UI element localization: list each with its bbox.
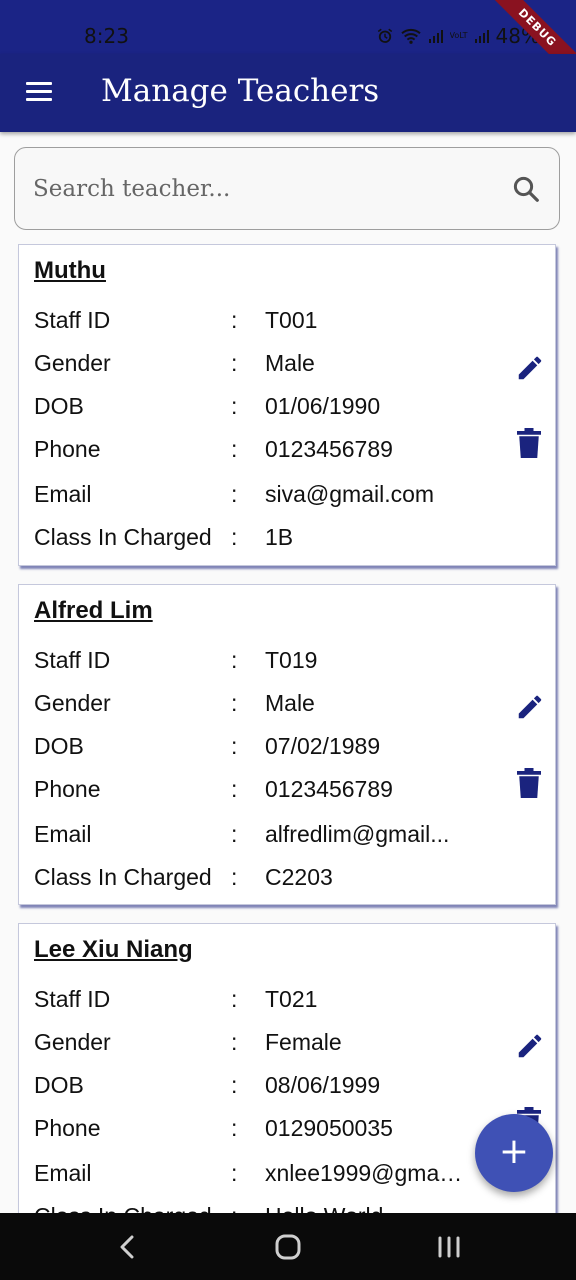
teacher-card: Alfred Lim Staff ID: T019 Gender: Male DOB… [18, 584, 556, 905]
field-label: Staff ID [34, 986, 111, 1012]
gender-value: Male [265, 350, 315, 376]
staff-id-value: T001 [265, 307, 318, 333]
phone-value: 0123456789 [265, 436, 393, 462]
field-separator: : [231, 821, 238, 847]
field-separator: : [231, 436, 238, 462]
dob-row: DOB: 07/02/1989 [34, 733, 474, 763]
field-separator: : [231, 481, 238, 507]
page-title: Manage Teachers [101, 73, 380, 109]
add-teacher-button[interactable]: + [475, 1114, 553, 1192]
field-label: Staff ID [34, 307, 111, 333]
staff-id-value: T021 [265, 986, 318, 1012]
delete-icon[interactable] [517, 428, 541, 458]
field-separator: : [231, 1160, 238, 1186]
email-value: xnlee1999@gmail... [265, 1160, 465, 1186]
field-separator: : [231, 776, 238, 802]
home-icon[interactable] [270, 1229, 306, 1265]
field-label: Phone [34, 776, 101, 802]
field-label: Gender [34, 350, 111, 376]
dob-row: DOB: 08/06/1999 [34, 1072, 474, 1102]
field-label: Class In Charged [34, 864, 212, 890]
teacher-name: Alfred Lim [34, 597, 153, 624]
field-label: Phone [34, 436, 101, 462]
field-separator: : [231, 864, 238, 890]
teacher-name: Lee Xiu Niang [34, 936, 193, 963]
field-separator: : [231, 647, 238, 673]
staff-id-row: Staff ID: T021 [34, 986, 474, 1016]
signal-icon [428, 30, 443, 43]
back-icon[interactable] [110, 1229, 146, 1265]
gender-row: Gender: Female [34, 1029, 474, 1059]
gender-row: Gender: Male [34, 350, 474, 380]
field-separator: : [231, 986, 238, 1012]
edit-icon[interactable] [515, 1031, 545, 1061]
gender-value: Male [265, 690, 315, 716]
staff-id-row: Staff ID: T019 [34, 647, 474, 677]
field-label: DOB [34, 1072, 84, 1098]
phone-row: Phone: 0129050035 [34, 1115, 474, 1145]
field-separator: : [231, 690, 238, 716]
field-label: DOB [34, 733, 84, 759]
field-separator: : [231, 733, 238, 759]
phone-value: 0129050035 [265, 1115, 393, 1141]
field-label: Email [34, 481, 92, 507]
teacher-card: Lee Xiu Niang Staff ID: T021 Gender: Femal… [18, 923, 556, 1245]
class-value: C2203 [265, 864, 333, 890]
field-label: Gender [34, 690, 111, 716]
field-separator: : [231, 307, 238, 333]
edit-icon[interactable] [515, 353, 545, 383]
status-bar: 8:23 VoLTE 48% DEBUG [0, 0, 576, 89]
menu-icon[interactable] [26, 82, 52, 102]
app-bar: Manage Teachers [0, 54, 576, 132]
status-icons: VoLTE 48% [376, 24, 540, 48]
gender-value: Female [265, 1029, 342, 1055]
email-row: Email: xnlee1999@gmail... [34, 1160, 474, 1190]
phone-value: 0123456789 [265, 776, 393, 802]
edit-icon[interactable] [515, 692, 545, 722]
staff-id-value: T019 [265, 647, 318, 673]
system-nav-bar [0, 1213, 576, 1280]
dob-row: DOB: 01/06/1990 [34, 393, 474, 423]
signal-icon [474, 30, 489, 43]
field-label: Staff ID [34, 647, 111, 673]
phone-row: Phone: 0123456789 [34, 436, 474, 466]
email-value: alfredlim@gmail... [265, 821, 450, 847]
staff-id-row: Staff ID: T001 [34, 307, 474, 337]
field-label: Phone [34, 1115, 101, 1141]
field-label: Email [34, 1160, 92, 1186]
status-time: 8:23 [84, 24, 129, 48]
dob-value: 08/06/1999 [265, 1072, 381, 1098]
teacher-name: Muthu [34, 257, 106, 284]
search-box [14, 147, 560, 230]
dob-value: 07/02/1989 [265, 733, 381, 759]
class-value: 1B [265, 524, 294, 550]
add-icon: + [498, 1131, 530, 1172]
phone-row: Phone: 0123456789 [34, 776, 474, 806]
recent-apps-icon[interactable] [431, 1229, 467, 1265]
search-input[interactable] [31, 148, 495, 230]
gender-row: Gender: Male [34, 690, 474, 720]
email-value: siva@gmail.com [265, 481, 435, 507]
field-separator: : [231, 393, 238, 419]
alarm-icon [377, 28, 392, 43]
network-label: VoLTE [449, 32, 468, 40]
email-row: Email: alfredlim@gmail... [34, 821, 474, 851]
delete-icon[interactable] [517, 768, 541, 798]
field-label: Class In Charged [34, 524, 212, 550]
field-separator: : [231, 1115, 238, 1141]
teacher-card: Muthu Staff ID: T001 Gender: Male DOB: 01/0… [18, 244, 556, 566]
class-row: Class In Charged: C2203 [34, 864, 474, 894]
field-separator: : [231, 524, 238, 550]
email-row: Email: siva@gmail.com [34, 481, 474, 511]
search-icon[interactable] [511, 174, 541, 204]
field-label: Email [34, 821, 92, 847]
dob-value: 01/06/1990 [265, 393, 381, 419]
field-label: Gender [34, 1029, 111, 1055]
field-separator: : [231, 1072, 238, 1098]
field-label: DOB [34, 393, 84, 419]
wifi-icon [400, 28, 421, 44]
field-separator: : [231, 350, 238, 376]
class-row: Class In Charged: 1B [34, 524, 474, 554]
field-separator: : [231, 1029, 238, 1055]
